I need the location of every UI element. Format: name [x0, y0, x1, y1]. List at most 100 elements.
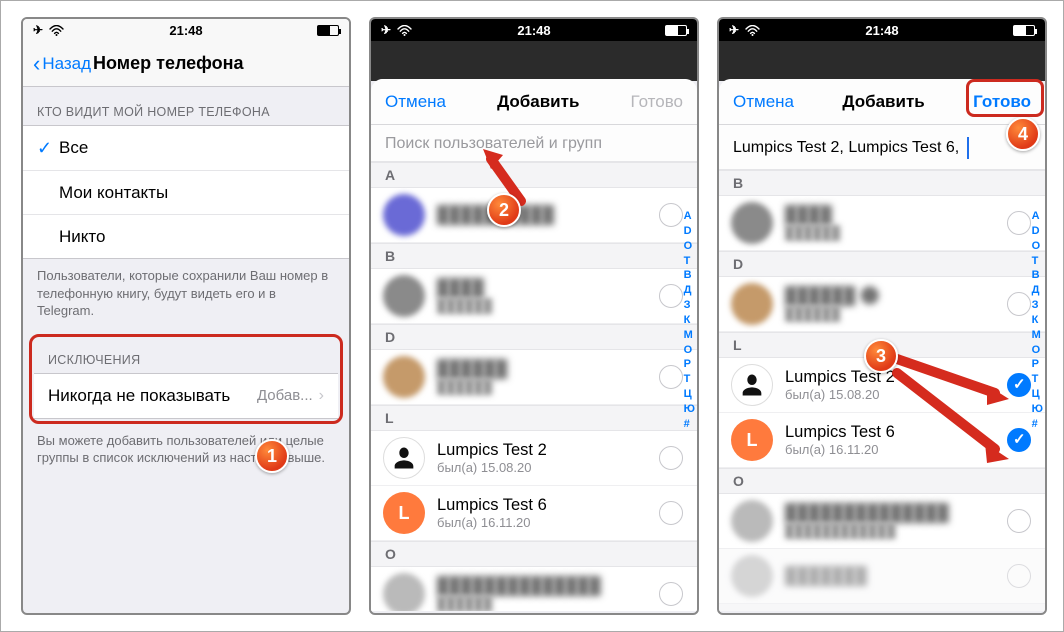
highlight-box-done [966, 79, 1044, 117]
contact-lumpics-test-6[interactable]: L Lumpics Test 6был(а) 16.11.20 [371, 486, 697, 541]
index-letter[interactable]: В [1032, 268, 1043, 283]
contact-row[interactable]: ████████████ [371, 350, 697, 405]
index-letter[interactable]: Т [684, 372, 695, 387]
index-letter[interactable]: # [1032, 417, 1043, 432]
contact-row[interactable]: ████████████████████ [371, 567, 697, 611]
option-nobody[interactable]: Никто [23, 214, 349, 258]
row-value: Добав... [257, 387, 313, 404]
select-circle[interactable] [659, 365, 683, 389]
index-letter[interactable]: К [1032, 313, 1043, 328]
cancel-button[interactable]: Отмена [733, 92, 794, 112]
index-letter[interactable]: O [1032, 239, 1043, 254]
index-letter[interactable]: В [684, 268, 695, 283]
index-letter[interactable]: Р [1032, 357, 1043, 372]
index-letter[interactable]: O [684, 239, 695, 254]
select-circle[interactable] [1007, 292, 1031, 316]
contact-row[interactable]: ██████ 🔴██████ [719, 277, 1045, 332]
contact-sub: был(а) 15.08.20 [785, 387, 895, 402]
contact-row[interactable]: ██████████ [719, 196, 1045, 251]
alpha-index-strip[interactable]: ADOТВДЗКМОРТЦЮ# [684, 209, 695, 432]
contact-lumpics-test-2[interactable]: Lumpics Test 2был(а) 15.08.20 [371, 431, 697, 486]
option-all[interactable]: ✓ Все [23, 126, 349, 170]
cancel-button[interactable]: Отмена [385, 92, 446, 112]
airplane-icon: ✈ [381, 23, 391, 37]
index-letter[interactable]: D [684, 224, 695, 239]
contact-row[interactable]: ██████████ [371, 269, 697, 324]
contact-name: ██████ [437, 360, 507, 379]
select-circle[interactable] [659, 501, 683, 525]
index-letter[interactable]: # [684, 417, 695, 432]
section-index-D: D [719, 251, 1045, 277]
contact-sub: был(а) 16.11.20 [437, 515, 547, 530]
option-contacts[interactable]: Мои контакты [23, 170, 349, 214]
index-letter[interactable]: М [1032, 328, 1043, 343]
text-caret [967, 137, 969, 159]
step-badge-1: 1 [255, 439, 289, 473]
battery-icon [1013, 25, 1035, 36]
index-letter[interactable]: Ю [1032, 402, 1043, 417]
select-circle[interactable] [1007, 509, 1031, 533]
wifi-icon [397, 25, 412, 36]
select-circle[interactable] [659, 284, 683, 308]
select-circle[interactable] [659, 582, 683, 606]
sheet-title: Добавить [497, 92, 579, 112]
select-circle[interactable] [659, 203, 683, 227]
index-letter[interactable]: A [1032, 209, 1043, 224]
index-letter[interactable]: D [1032, 224, 1043, 239]
index-letter[interactable]: A [684, 209, 695, 224]
avatar [731, 283, 773, 325]
contact-row[interactable]: ██████████████████████████ [719, 494, 1045, 549]
annotation-arrow-3b [891, 367, 1021, 472]
select-circle[interactable] [659, 446, 683, 470]
person-icon [738, 371, 766, 399]
section-index-O: O [371, 541, 697, 567]
index-letter[interactable]: О [684, 343, 695, 358]
back-button[interactable]: ‹ Назад [33, 53, 91, 75]
section-header-visibility: КТО ВИДИТ МОЙ НОМЕР ТЕЛЕФОНА [23, 87, 349, 125]
index-letter[interactable]: Т [684, 254, 695, 269]
status-time: 21:48 [169, 23, 202, 38]
sheet-backdrop [371, 41, 697, 81]
airplane-icon: ✈ [729, 23, 739, 37]
step-badge-3: 3 [864, 339, 898, 373]
section-index-D: D [371, 324, 697, 350]
index-letter[interactable]: О [1032, 343, 1043, 358]
contact-sub: ██████ [785, 225, 840, 240]
index-letter[interactable]: Д [684, 283, 695, 298]
contact-sub: ██████ [437, 298, 492, 313]
option-label: Мои контакты [59, 183, 335, 203]
section-index-L: L [371, 405, 697, 431]
index-letter[interactable]: З [684, 298, 695, 313]
person-icon [390, 444, 418, 472]
alpha-index-strip[interactable]: ADOТВДЗКМОРТЦЮ# [1032, 209, 1043, 432]
sheet-nav-bar: Отмена Добавить Готово [371, 79, 697, 125]
avatar: L [731, 419, 773, 461]
selected-tokens-field[interactable]: Lumpics Test 2, Lumpics Test 6, [719, 125, 1045, 170]
row-label: Никогда не показывать [48, 386, 257, 406]
contact-row[interactable]: ███████ [719, 549, 1045, 604]
highlight-box-1: ИСКЛЮЧЕНИЯ Никогда не показывать Добав..… [29, 334, 343, 424]
never-share-with-row[interactable]: Никогда не показывать Добав... › [34, 374, 338, 418]
select-circle[interactable] [1007, 211, 1031, 235]
index-letter[interactable]: Ц [1032, 387, 1043, 402]
status-time: 21:48 [517, 23, 550, 38]
index-letter[interactable]: Ц [684, 387, 695, 402]
avatar [731, 364, 773, 406]
contact-name: ███████ [785, 567, 867, 586]
status-bar: ✈ 21:48 [371, 19, 697, 41]
step-badge-4: 4 [1006, 117, 1040, 151]
visibility-options: ✓ Все Мои контакты Никто [23, 125, 349, 259]
contact-name: Lumpics Test 6 [437, 496, 547, 515]
index-letter[interactable]: К [684, 313, 695, 328]
index-letter[interactable]: М [684, 328, 695, 343]
contact-sub: ██████ [437, 379, 507, 394]
phone-screen-1: ✈ 21:48 ‹ Назад Номер телефона КТО ВИДИТ… [21, 17, 351, 615]
index-letter[interactable]: Т [1032, 254, 1043, 269]
done-button[interactable]: Готово [631, 92, 684, 112]
index-letter[interactable]: З [1032, 298, 1043, 313]
index-letter[interactable]: Д [1032, 283, 1043, 298]
index-letter[interactable]: Т [1032, 372, 1043, 387]
select-circle[interactable] [1007, 564, 1031, 588]
index-letter[interactable]: Ю [684, 402, 695, 417]
index-letter[interactable]: Р [684, 357, 695, 372]
